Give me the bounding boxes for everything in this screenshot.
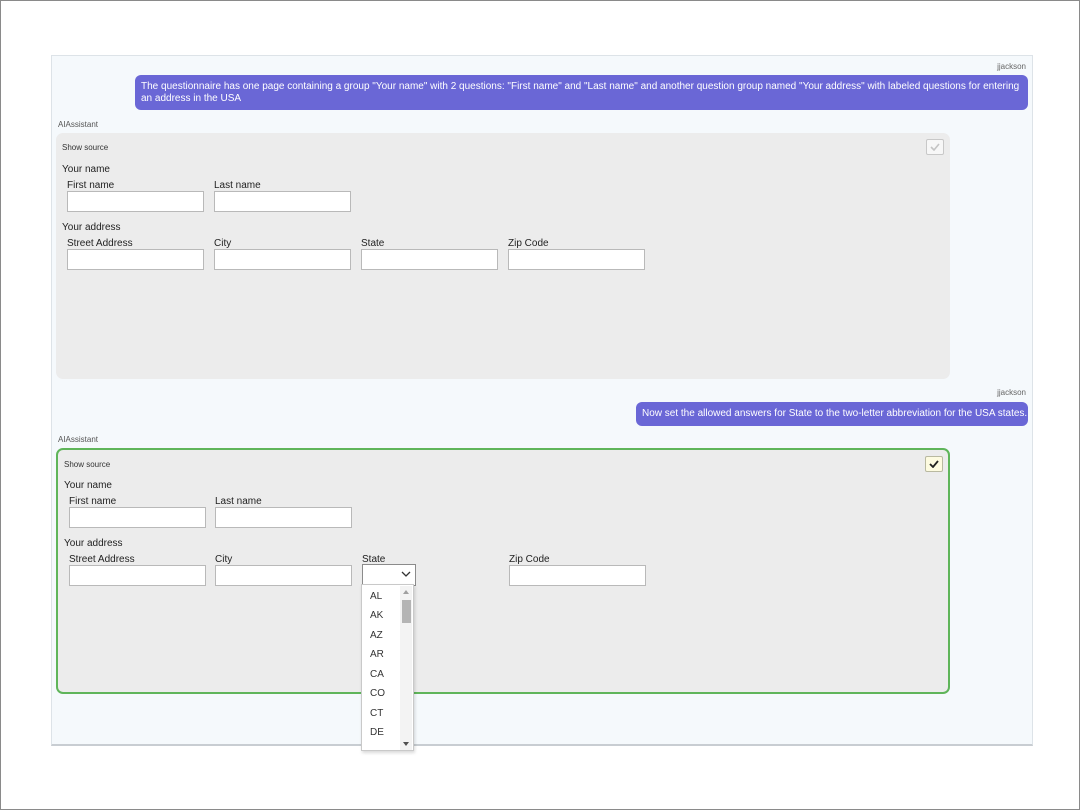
scroll-down-arrow-icon[interactable] (403, 742, 409, 746)
state-option-ct[interactable]: CT (370, 704, 383, 723)
city-label: City (215, 554, 233, 565)
street-address-label: Street Address (69, 554, 135, 565)
first-name-input[interactable] (67, 191, 204, 212)
zip-code-label: Zip Code (509, 554, 550, 565)
assistant-label: AIAssistant (58, 120, 99, 129)
last-name-label: Last name (214, 180, 261, 191)
state-select[interactable] (362, 564, 416, 586)
state-option-al[interactable]: AL (370, 587, 382, 606)
first-name-label: First name (69, 496, 117, 507)
check-icon (930, 143, 940, 151)
last-name-input[interactable] (215, 507, 352, 528)
state-option-az[interactable]: AZ (370, 626, 383, 645)
chevron-down-icon (401, 571, 411, 577)
user-message-bubble: Now set the allowed answers for State to… (636, 402, 1028, 426)
first-name-label: First name (67, 180, 115, 191)
state-option-ca[interactable]: CA (370, 665, 384, 684)
questionnaire-preview-card-selected: Show source Your name First name Last na… (56, 448, 950, 694)
dropdown-scrollbar[interactable] (400, 586, 412, 750)
scrollbar-thumb[interactable] (402, 600, 411, 623)
first-name-input[interactable] (69, 507, 206, 528)
username-label: jjackson (997, 62, 1026, 71)
state-option-ak[interactable]: AK (370, 606, 383, 625)
city-input[interactable] (214, 249, 351, 270)
chat-panel: jjackson The questionnaire has one page … (51, 55, 1033, 746)
check-icon (929, 460, 939, 468)
state-input[interactable] (361, 249, 498, 270)
user-message-bubble: The questionnaire has one page containin… (135, 75, 1028, 110)
zip-code-label: Zip Code (508, 238, 549, 249)
state-dropdown-list[interactable]: AL AK AZ AR CA CO CT DE (361, 584, 414, 751)
zip-code-input[interactable] (509, 565, 646, 586)
assistant-label: AIAssistant (58, 435, 99, 444)
state-option-co[interactable]: CO (370, 684, 385, 703)
accept-button[interactable] (926, 139, 944, 155)
street-address-input[interactable] (67, 249, 204, 270)
username-label: jjackson (997, 388, 1026, 397)
show-source-link[interactable]: Show source (64, 460, 110, 469)
accept-button[interactable] (925, 456, 943, 472)
zip-code-input[interactable] (508, 249, 645, 270)
last-name-input[interactable] (214, 191, 351, 212)
state-option-ar[interactable]: AR (370, 645, 384, 664)
street-address-label: Street Address (67, 238, 133, 249)
group-title-your-name: Your name (62, 164, 110, 175)
state-label: State (361, 238, 385, 249)
last-name-label: Last name (215, 496, 262, 507)
city-label: City (214, 238, 232, 249)
questionnaire-preview-card: Show source Your name First name Last na… (56, 133, 950, 379)
state-option-de[interactable]: DE (370, 723, 384, 742)
group-title-your-name: Your name (64, 480, 112, 491)
scroll-up-arrow-icon[interactable] (403, 590, 409, 594)
group-title-your-address: Your address (62, 222, 121, 233)
city-input[interactable] (215, 565, 352, 586)
show-source-link[interactable]: Show source (62, 143, 108, 152)
street-address-input[interactable] (69, 565, 206, 586)
group-title-your-address: Your address (64, 538, 123, 549)
